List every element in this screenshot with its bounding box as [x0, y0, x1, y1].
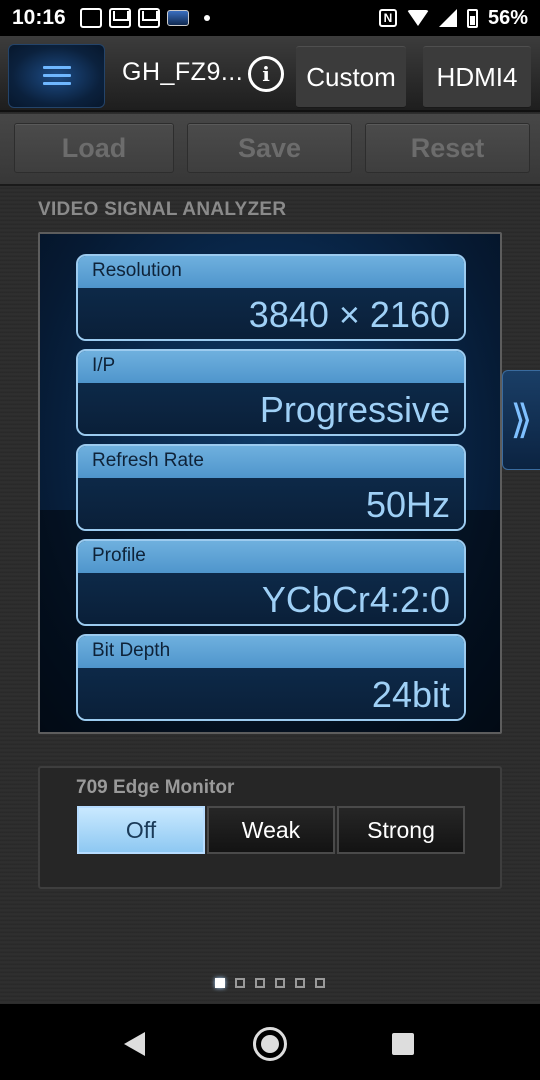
edge-monitor-panel: 709 Edge Monitor Off Weak Strong: [38, 766, 502, 889]
page-dot-1[interactable]: [215, 978, 225, 988]
device-name[interactable]: GH_FZ9...: [122, 58, 243, 87]
field-value: 3840 × 2160: [78, 288, 464, 339]
page-dot-5[interactable]: [295, 978, 305, 988]
mail-icon: [137, 8, 160, 28]
refresh-rate-field: Refresh Rate 50Hz: [76, 444, 466, 531]
save-button[interactable]: Save: [187, 123, 352, 173]
edge-monitor-title: 709 Edge Monitor: [76, 777, 235, 798]
field-label: Profile: [78, 541, 464, 573]
load-button[interactable]: Load: [14, 123, 174, 173]
back-icon[interactable]: [124, 1032, 145, 1056]
picture-mode-button[interactable]: Custom: [296, 46, 406, 108]
status-system-icons: N 56%: [378, 6, 528, 30]
profile-field: Profile YCbCr4:2:0: [76, 539, 466, 626]
bit-depth-field: Bit Depth 24bit: [76, 634, 466, 721]
panasonic-app-icon: [166, 10, 189, 26]
page-dot-2[interactable]: [235, 978, 245, 988]
mail-icon: [108, 8, 131, 28]
navigation-bar: [0, 1004, 540, 1080]
page-dot-4[interactable]: [275, 978, 285, 988]
app-screen: GH_FZ9... i Custom HDMI4 Load Save Reset…: [0, 36, 540, 1004]
field-label: I/P: [78, 351, 464, 383]
status-bar: 10:16 N 56%: [0, 0, 540, 36]
toolbar: Load Save Reset: [0, 114, 540, 186]
field-label: Resolution: [78, 256, 464, 288]
page-dot-3[interactable]: [255, 978, 265, 988]
battery-icon: [466, 8, 478, 28]
signal-icon: [438, 9, 457, 27]
recent-apps-icon[interactable]: [392, 1033, 414, 1055]
message-icon: [79, 8, 102, 28]
next-page-arrow-icon[interactable]: ⟫: [502, 370, 540, 470]
section-title: VIDEO SIGNAL ANALYZER: [38, 199, 287, 220]
scan-type-field: I/P Progressive: [76, 349, 466, 436]
battery-percent: 56%: [487, 6, 528, 29]
input-source-button[interactable]: HDMI4: [423, 46, 531, 108]
status-time: 10:16: [12, 6, 66, 29]
wifi-icon: [406, 10, 429, 26]
edge-monitor-strong-option[interactable]: Strong: [337, 806, 465, 854]
resolution-field: Resolution 3840 × 2160: [76, 254, 466, 341]
video-signal-analyzer-panel: Resolution 3840 × 2160 I/P Progressive R…: [38, 232, 502, 734]
page-dot-6[interactable]: [315, 978, 325, 988]
page-indicator: [0, 978, 540, 988]
edge-monitor-off-option[interactable]: Off: [77, 806, 205, 854]
menu-button[interactable]: [8, 44, 105, 108]
field-value: Progressive: [78, 383, 464, 434]
status-notification-icons: [79, 8, 210, 28]
header-bar: GH_FZ9... i Custom HDMI4: [0, 36, 540, 112]
field-label: Bit Depth: [78, 636, 464, 668]
field-value: 24bit: [78, 668, 464, 719]
info-icon[interactable]: i: [248, 56, 284, 92]
edge-monitor-weak-option[interactable]: Weak: [207, 806, 335, 854]
reset-button[interactable]: Reset: [365, 123, 530, 173]
home-icon[interactable]: [253, 1027, 287, 1061]
field-value: YCbCr4:2:0: [78, 573, 464, 624]
notification-dot-icon: [203, 15, 210, 21]
field-label: Refresh Rate: [78, 446, 464, 478]
nfc-icon: N: [378, 9, 397, 27]
hamburger-icon: [42, 66, 71, 86]
field-value: 50Hz: [78, 478, 464, 529]
